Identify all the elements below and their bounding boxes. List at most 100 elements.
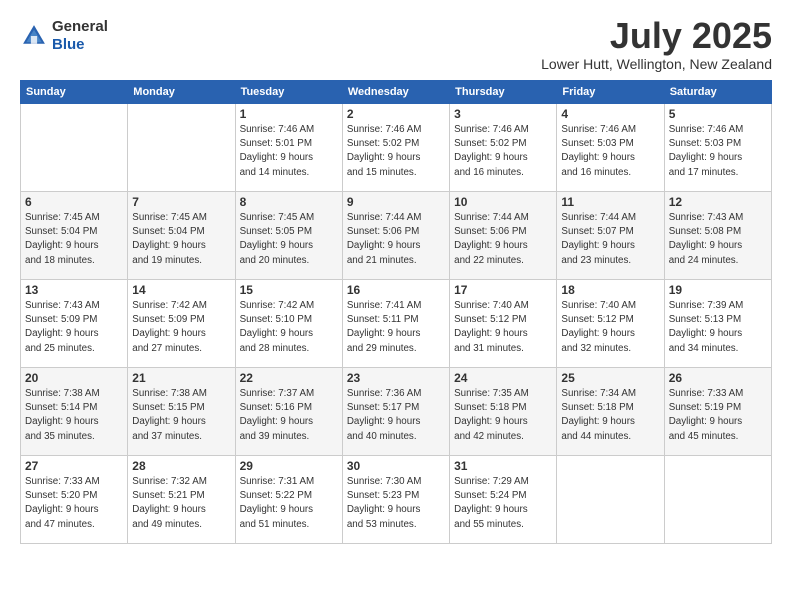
- day-info: Sunrise: 7:29 AM Sunset: 5:24 PM Dayligh…: [454, 475, 552, 532]
- day-number: 14: [132, 283, 230, 297]
- day-number: 22: [240, 371, 338, 385]
- calendar-cell: 6 Sunrise: 7:45 AM Sunset: 5:04 PM Daylig…: [21, 192, 128, 280]
- calendar-cell: 9Sunrise: 7:44 AM Sunset: 5:06 PM Daylig…: [342, 192, 449, 280]
- day-info: Sunrise: 7:33 AM Sunset: 5:19 PM Dayligh…: [669, 387, 767, 444]
- day-info: Sunrise: 7:31 AM Sunset: 5:22 PM Dayligh…: [240, 475, 338, 532]
- logo: General Blue: [20, 18, 108, 54]
- day-info: Sunrise: 7:45 AM Sunset: 5:04 PM Dayligh…: [25, 211, 123, 268]
- calendar-cell: 7 Sunrise: 7:45 AM Sunset: 5:04 PM Daylig…: [128, 192, 235, 280]
- calendar-cell: 23 Sunrise: 7:36 AM Sunset: 5:17 PM Dayli…: [342, 368, 449, 456]
- weekday-header-wednesday: Wednesday: [342, 81, 449, 104]
- day-number: 23: [347, 371, 445, 385]
- logo-general: General: [52, 18, 108, 36]
- calendar-cell: 13Sunrise: 7:43 AM Sunset: 5:09 PM Dayli…: [21, 280, 128, 368]
- day-number: 16: [347, 283, 445, 297]
- weekday-header-tuesday: Tuesday: [235, 81, 342, 104]
- calendar-cell: 10Sunrise: 7:44 AM Sunset: 5:06 PM Dayli…: [450, 192, 557, 280]
- page: General Blue July 2025 Lower Hutt, Welli…: [0, 0, 792, 612]
- day-info: Sunrise: 7:30 AM Sunset: 5:23 PM Dayligh…: [347, 475, 445, 532]
- calendar-cell: 28Sunrise: 7:32 AM Sunset: 5:21 PM Dayli…: [128, 456, 235, 544]
- calendar-week-4: 20 Sunrise: 7:38 AM Sunset: 5:14 PM Dayli…: [21, 368, 772, 456]
- day-number: 7: [132, 195, 230, 209]
- title-block: July 2025 Lower Hutt, Wellington, New Ze…: [541, 18, 772, 72]
- calendar-cell: 1 Sunrise: 7:46 AM Sunset: 5:01 PM Daylig…: [235, 104, 342, 192]
- day-info: Sunrise: 7:46 AM Sunset: 5:03 PM Dayligh…: [561, 123, 659, 180]
- day-info: Sunrise: 7:42 AM Sunset: 5:10 PM Dayligh…: [240, 299, 338, 356]
- calendar-week-1: 1 Sunrise: 7:46 AM Sunset: 5:01 PM Daylig…: [21, 104, 772, 192]
- day-info: Sunrise: 7:38 AM Sunset: 5:15 PM Dayligh…: [132, 387, 230, 444]
- calendar-cell: 4Sunrise: 7:46 AM Sunset: 5:03 PM Daylig…: [557, 104, 664, 192]
- day-number: 29: [240, 459, 338, 473]
- day-number: 20: [25, 371, 123, 385]
- day-number: 6: [25, 195, 123, 209]
- day-info: Sunrise: 7:34 AM Sunset: 5:18 PM Dayligh…: [561, 387, 659, 444]
- calendar-cell: 16 Sunrise: 7:41 AM Sunset: 5:11 PM Dayli…: [342, 280, 449, 368]
- day-info: Sunrise: 7:45 AM Sunset: 5:04 PM Dayligh…: [132, 211, 230, 268]
- calendar-cell: 21 Sunrise: 7:38 AM Sunset: 5:15 PM Dayli…: [128, 368, 235, 456]
- calendar-cell: 2 Sunrise: 7:46 AM Sunset: 5:02 PM Daylig…: [342, 104, 449, 192]
- day-number: 10: [454, 195, 552, 209]
- logo-icon: [20, 22, 48, 50]
- weekday-header-thursday: Thursday: [450, 81, 557, 104]
- day-info: Sunrise: 7:40 AM Sunset: 5:12 PM Dayligh…: [454, 299, 552, 356]
- day-info: Sunrise: 7:37 AM Sunset: 5:16 PM Dayligh…: [240, 387, 338, 444]
- weekday-header-friday: Friday: [557, 81, 664, 104]
- calendar-cell: 12Sunrise: 7:43 AM Sunset: 5:08 PM Dayli…: [664, 192, 771, 280]
- header: General Blue July 2025 Lower Hutt, Welli…: [20, 18, 772, 72]
- day-number: 28: [132, 459, 230, 473]
- day-number: 26: [669, 371, 767, 385]
- day-number: 24: [454, 371, 552, 385]
- calendar-cell: 24 Sunrise: 7:35 AM Sunset: 5:18 PM Dayli…: [450, 368, 557, 456]
- calendar-cell: 22 Sunrise: 7:37 AM Sunset: 5:16 PM Dayli…: [235, 368, 342, 456]
- calendar-cell: 3Sunrise: 7:46 AM Sunset: 5:02 PM Daylig…: [450, 104, 557, 192]
- day-info: Sunrise: 7:46 AM Sunset: 5:02 PM Dayligh…: [454, 123, 552, 180]
- day-info: Sunrise: 7:46 AM Sunset: 5:03 PM Dayligh…: [669, 123, 767, 180]
- day-number: 21: [132, 371, 230, 385]
- calendar: SundayMondayTuesdayWednesdayThursdayFrid…: [20, 80, 772, 544]
- day-number: 1: [240, 107, 338, 121]
- calendar-cell: 31 Sunrise: 7:29 AM Sunset: 5:24 PM Dayli…: [450, 456, 557, 544]
- day-info: Sunrise: 7:36 AM Sunset: 5:17 PM Dayligh…: [347, 387, 445, 444]
- day-info: Sunrise: 7:33 AM Sunset: 5:20 PM Dayligh…: [25, 475, 123, 532]
- day-number: 9: [347, 195, 445, 209]
- calendar-cell: 14 Sunrise: 7:42 AM Sunset: 5:09 PM Dayli…: [128, 280, 235, 368]
- calendar-cell: 29 Sunrise: 7:31 AM Sunset: 5:22 PM Dayli…: [235, 456, 342, 544]
- logo-blue: Blue: [52, 36, 108, 54]
- weekday-header-row: SundayMondayTuesdayWednesdayThursdayFrid…: [21, 81, 772, 104]
- location: Lower Hutt, Wellington, New Zealand: [541, 56, 772, 72]
- day-info: Sunrise: 7:41 AM Sunset: 5:11 PM Dayligh…: [347, 299, 445, 356]
- calendar-week-2: 6 Sunrise: 7:45 AM Sunset: 5:04 PM Daylig…: [21, 192, 772, 280]
- day-number: 11: [561, 195, 659, 209]
- day-info: Sunrise: 7:40 AM Sunset: 5:12 PM Dayligh…: [561, 299, 659, 356]
- day-info: Sunrise: 7:39 AM Sunset: 5:13 PM Dayligh…: [669, 299, 767, 356]
- calendar-cell: [128, 104, 235, 192]
- day-info: Sunrise: 7:35 AM Sunset: 5:18 PM Dayligh…: [454, 387, 552, 444]
- weekday-header-saturday: Saturday: [664, 81, 771, 104]
- calendar-cell: 27 Sunrise: 7:33 AM Sunset: 5:20 PM Dayli…: [21, 456, 128, 544]
- day-info: Sunrise: 7:46 AM Sunset: 5:02 PM Dayligh…: [347, 123, 445, 180]
- weekday-header-monday: Monday: [128, 81, 235, 104]
- calendar-cell: 11Sunrise: 7:44 AM Sunset: 5:07 PM Dayli…: [557, 192, 664, 280]
- day-number: 8: [240, 195, 338, 209]
- day-info: Sunrise: 7:38 AM Sunset: 5:14 PM Dayligh…: [25, 387, 123, 444]
- calendar-cell: 30Sunrise: 7:30 AM Sunset: 5:23 PM Dayli…: [342, 456, 449, 544]
- calendar-cell: 18 Sunrise: 7:40 AM Sunset: 5:12 PM Dayli…: [557, 280, 664, 368]
- day-number: 19: [669, 283, 767, 297]
- day-number: 18: [561, 283, 659, 297]
- day-number: 31: [454, 459, 552, 473]
- day-number: 27: [25, 459, 123, 473]
- calendar-cell: 25Sunrise: 7:34 AM Sunset: 5:18 PM Dayli…: [557, 368, 664, 456]
- calendar-cell: 26 Sunrise: 7:33 AM Sunset: 5:19 PM Dayli…: [664, 368, 771, 456]
- day-number: 12: [669, 195, 767, 209]
- day-info: Sunrise: 7:42 AM Sunset: 5:09 PM Dayligh…: [132, 299, 230, 356]
- calendar-cell: [557, 456, 664, 544]
- day-number: 2: [347, 107, 445, 121]
- day-number: 17: [454, 283, 552, 297]
- calendar-cell: 17 Sunrise: 7:40 AM Sunset: 5:12 PM Dayli…: [450, 280, 557, 368]
- day-info: Sunrise: 7:43 AM Sunset: 5:09 PM Dayligh…: [25, 299, 123, 356]
- day-info: Sunrise: 7:46 AM Sunset: 5:01 PM Dayligh…: [240, 123, 338, 180]
- calendar-cell: 5Sunrise: 7:46 AM Sunset: 5:03 PM Daylig…: [664, 104, 771, 192]
- weekday-header-sunday: Sunday: [21, 81, 128, 104]
- month-title: July 2025: [541, 18, 772, 54]
- calendar-cell: 15Sunrise: 7:42 AM Sunset: 5:10 PM Dayli…: [235, 280, 342, 368]
